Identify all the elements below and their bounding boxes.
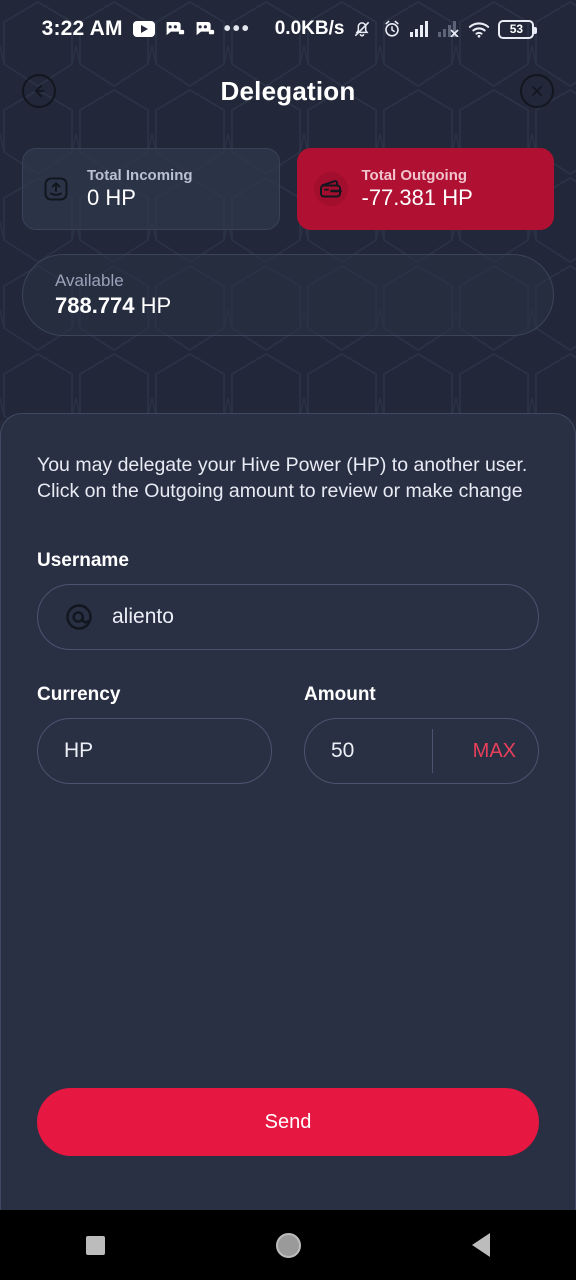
status-network: 0.0KB/s	[275, 18, 373, 40]
amount-value: 50	[331, 739, 355, 762]
username-label: Username	[37, 550, 129, 571]
available-balance-card: Available 788.774 HP	[22, 254, 554, 336]
back-arrow-icon	[34, 84, 45, 98]
page-title: Delegation	[220, 75, 356, 106]
alarm-icon	[385, 20, 400, 37]
status-bar: 3:22 AM ••• 0.0KB/s 53	[0, 0, 576, 58]
home-circle-icon[interactable]	[275, 1232, 301, 1258]
total-outgoing-label: Total Outgoing	[361, 167, 468, 184]
recents-square-icon[interactable]	[85, 1235, 105, 1255]
currency-field: Currency HP	[37, 684, 272, 784]
page-header: Delegation	[0, 58, 576, 124]
status-time: 3:22 AM	[41, 17, 123, 40]
currency-label: Currency	[37, 684, 121, 705]
close-button[interactable]	[519, 74, 554, 108]
at-icon	[64, 602, 94, 632]
amount-input[interactable]: 50	[331, 739, 414, 763]
android-nav-bar	[0, 1210, 576, 1280]
status-tray-icons: 53	[382, 19, 538, 39]
currency-value: HP	[64, 739, 94, 762]
upload-box-icon	[39, 172, 73, 206]
available-value: 788.774 HP	[55, 293, 521, 319]
back-button[interactable]	[22, 74, 56, 108]
youtube-icon	[132, 21, 155, 37]
wallet-icon	[313, 172, 348, 206]
username-input[interactable]: aliento	[37, 584, 539, 650]
amount-input-group: 50 MAX	[304, 718, 539, 784]
total-incoming-text: Total Incoming 0 HP	[87, 167, 193, 211]
signal-full-icon	[410, 21, 429, 37]
amount-label: Amount	[304, 684, 376, 705]
bell-muted-icon	[355, 21, 370, 37]
status-app-icons: •••	[132, 18, 251, 40]
chat-icon	[196, 22, 214, 36]
close-icon	[532, 86, 542, 96]
total-outgoing-value: -77.381 HP	[361, 185, 473, 210]
available-unit: HP	[140, 293, 172, 318]
total-outgoing-card[interactable]: Total Outgoing -77.381 HP	[296, 148, 554, 230]
app-root: 3:22 AM ••• 0.0KB/s 53 Delegation Total …	[0, 0, 576, 1280]
currency-select[interactable]: HP	[37, 718, 272, 784]
username-value: aliento	[112, 605, 174, 628]
amount-field: Amount 50 MAX	[304, 684, 539, 784]
total-incoming-value: 0 HP	[87, 185, 136, 210]
battery-percent-label: 53	[509, 22, 524, 36]
total-incoming-card[interactable]: Total Incoming 0 HP	[22, 148, 280, 230]
wifi-icon	[469, 21, 490, 38]
signal-no-sim-icon	[438, 21, 460, 37]
currency-amount-row: Currency HP Amount 50 MAX	[37, 684, 539, 784]
summary-cards-row: Total Incoming 0 HP Total Outgoing -77.3…	[0, 124, 576, 230]
chat-icon	[166, 22, 184, 36]
panel-description: You may delegate your Hive Power (HP) to…	[37, 454, 528, 502]
available-amount: 788.774	[55, 293, 135, 318]
total-incoming-label: Total Incoming	[87, 167, 193, 184]
available-label: Available	[55, 271, 124, 290]
overflow-dots-icon: •••	[223, 18, 251, 40]
amount-divider	[431, 729, 433, 773]
back-triangle-icon[interactable]	[472, 1233, 491, 1257]
max-button[interactable]: MAX	[451, 740, 538, 763]
send-button[interactable]: Send	[37, 1088, 539, 1156]
total-outgoing-text: Total Outgoing -77.381 HP	[362, 167, 473, 211]
delegation-panel: You may delegate your Hive Power (HP) to…	[0, 413, 576, 1210]
network-speed-label: 0.0KB/s	[274, 18, 345, 39]
battery-icon: 53	[498, 19, 538, 39]
